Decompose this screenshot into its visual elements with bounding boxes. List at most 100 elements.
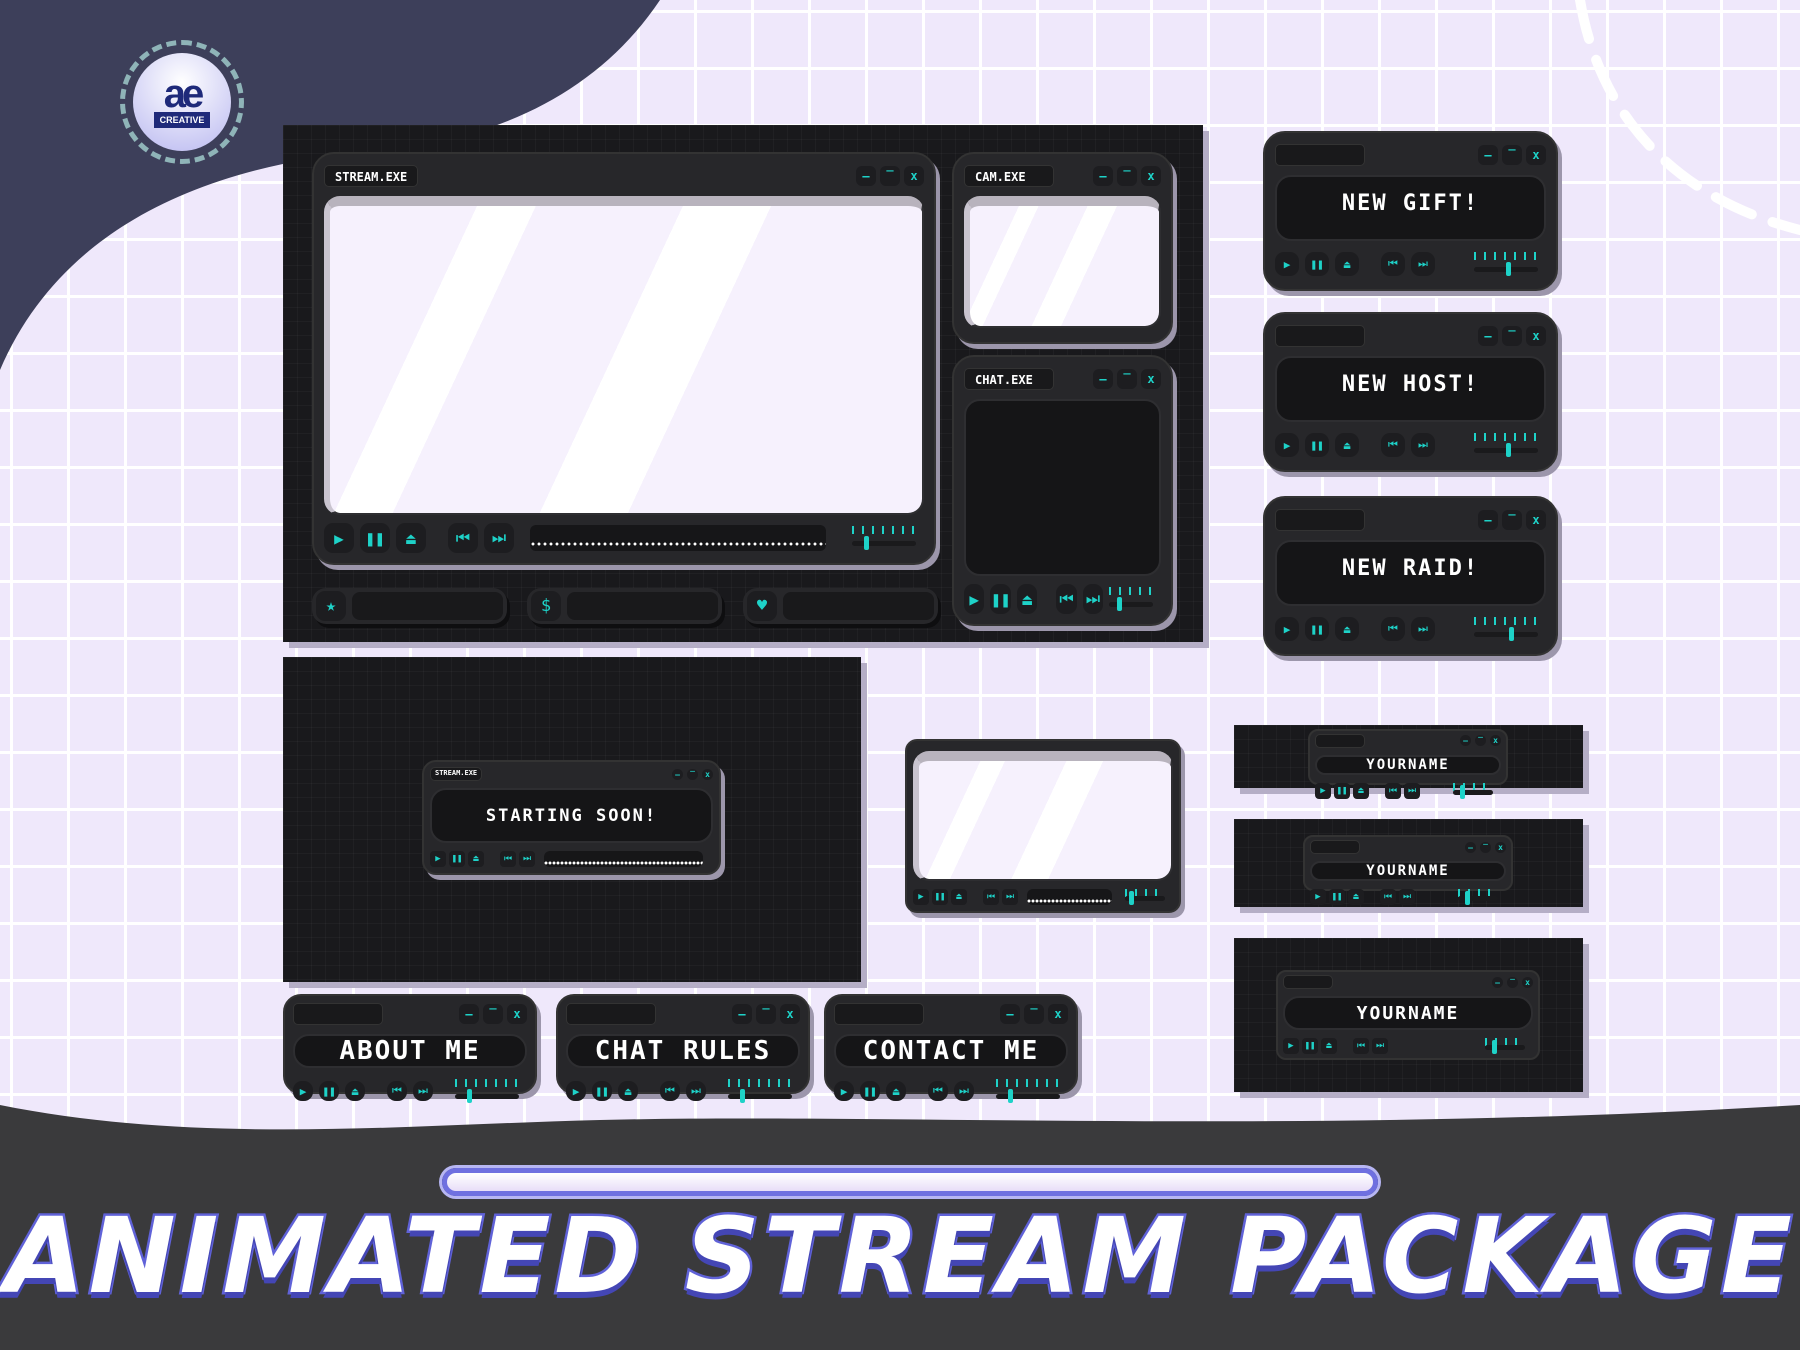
pause-button[interactable]: ❚❚: [990, 584, 1011, 614]
minimize-button[interactable]: –: [1000, 1004, 1020, 1024]
previous-button[interactable]: ⏮: [1353, 1038, 1369, 1054]
eject-button[interactable]: ⏏: [886, 1081, 906, 1101]
minimize-button[interactable]: –: [1492, 976, 1503, 988]
pause-button[interactable]: ❚❚: [319, 1081, 339, 1101]
volume-thumb[interactable]: [1505, 443, 1511, 457]
next-button[interactable]: ⏭: [413, 1081, 433, 1101]
next-button[interactable]: ⏭: [1411, 617, 1435, 641]
minimize-button[interactable]: –: [672, 768, 683, 780]
close-button[interactable]: x: [904, 166, 924, 186]
volume-slider[interactable]: [852, 526, 916, 550]
previous-button[interactable]: ⏮: [1056, 584, 1077, 614]
volume-slider[interactable]: [1474, 252, 1538, 276]
eject-button[interactable]: ⏏: [1321, 1038, 1337, 1054]
volume-slider[interactable]: [1485, 1038, 1525, 1054]
volume-slider[interactable]: [455, 1079, 519, 1103]
play-button[interactable]: ▶: [324, 523, 354, 553]
close-button[interactable]: x: [507, 1004, 527, 1024]
play-button[interactable]: ▶: [566, 1081, 586, 1101]
volume-thumb[interactable]: [739, 1089, 745, 1103]
play-button[interactable]: ▶: [1315, 782, 1331, 799]
play-button[interactable]: ▶: [1275, 433, 1299, 457]
volume-thumb[interactable]: [863, 536, 869, 550]
volume-thumb[interactable]: [1492, 1040, 1498, 1054]
next-button[interactable]: ⏭: [519, 851, 535, 867]
next-button[interactable]: ⏭: [1002, 889, 1018, 905]
maximize-button[interactable]: ‾: [1502, 326, 1522, 346]
minimize-button[interactable]: –: [1478, 145, 1498, 165]
volume-slider[interactable]: [1474, 617, 1538, 641]
next-button[interactable]: ⏭: [1372, 1038, 1388, 1054]
maximize-button[interactable]: ‾: [1502, 145, 1522, 165]
pause-button[interactable]: ❚❚: [592, 1081, 612, 1101]
previous-button[interactable]: ⏮: [983, 889, 999, 905]
maximize-button[interactable]: ‾: [1507, 976, 1518, 988]
close-button[interactable]: x: [1526, 510, 1546, 530]
previous-button[interactable]: ⏮: [1381, 617, 1405, 641]
pause-button[interactable]: ❚❚: [1305, 617, 1329, 641]
next-button[interactable]: ⏭: [1411, 252, 1435, 276]
previous-button[interactable]: ⏮: [1380, 889, 1396, 905]
previous-button[interactable]: ⏮: [1381, 433, 1405, 457]
eject-button[interactable]: ⏏: [1353, 782, 1369, 799]
minimize-button[interactable]: –: [732, 1004, 752, 1024]
previous-button[interactable]: ⏮: [1381, 252, 1405, 276]
eject-button[interactable]: ⏏: [1335, 617, 1359, 641]
close-button[interactable]: x: [1522, 976, 1533, 988]
minimize-button[interactable]: –: [1093, 369, 1113, 389]
play-button[interactable]: ▶: [913, 889, 929, 905]
close-button[interactable]: x: [1495, 841, 1506, 853]
pause-button[interactable]: ❚❚: [860, 1081, 880, 1101]
minimize-button[interactable]: –: [1460, 735, 1471, 746]
info-bar-field[interactable]: [352, 592, 503, 620]
eject-button[interactable]: ⏏: [1335, 433, 1359, 457]
eject-button[interactable]: ⏏: [468, 851, 484, 867]
pause-button[interactable]: ❚❚: [1305, 252, 1329, 276]
eject-button[interactable]: ⏏: [396, 523, 426, 553]
volume-slider[interactable]: [1125, 889, 1165, 905]
pause-button[interactable]: ❚❚: [360, 523, 390, 553]
volume-thumb[interactable]: [1508, 627, 1514, 641]
info-bar-field[interactable]: [783, 592, 934, 620]
play-button[interactable]: ▶: [1310, 889, 1326, 905]
previous-button[interactable]: ⏮: [928, 1081, 948, 1101]
eject-button[interactable]: ⏏: [345, 1081, 365, 1101]
maximize-button[interactable]: ‾: [756, 1004, 776, 1024]
volume-slider[interactable]: [1458, 889, 1498, 905]
eject-button[interactable]: ⏏: [1348, 889, 1364, 905]
previous-button[interactable]: ⏮: [1385, 782, 1401, 799]
volume-thumb[interactable]: [1505, 262, 1511, 276]
pause-button[interactable]: ❚❚: [1329, 889, 1345, 905]
volume-thumb[interactable]: [1007, 1089, 1013, 1103]
previous-button[interactable]: ⏮: [387, 1081, 407, 1101]
next-button[interactable]: ⏭: [1082, 584, 1104, 614]
maximize-button[interactable]: ‾: [1475, 735, 1486, 746]
volume-thumb[interactable]: [1128, 891, 1134, 905]
close-button[interactable]: x: [1141, 166, 1161, 186]
minimize-button[interactable]: –: [1478, 326, 1498, 346]
close-button[interactable]: x: [1048, 1004, 1068, 1024]
minimize-button[interactable]: –: [1093, 166, 1113, 186]
eject-button[interactable]: ⏏: [1016, 584, 1038, 614]
next-button[interactable]: ⏭: [484, 523, 514, 553]
previous-button[interactable]: ⏮: [660, 1081, 680, 1101]
next-button[interactable]: ⏭: [1411, 433, 1435, 457]
minimize-button[interactable]: –: [459, 1004, 479, 1024]
volume-slider[interactable]: [996, 1079, 1060, 1103]
volume-slider[interactable]: [1109, 587, 1153, 611]
maximize-button[interactable]: ‾: [880, 166, 900, 186]
volume-thumb[interactable]: [466, 1089, 472, 1103]
volume-thumb[interactable]: [1465, 891, 1471, 905]
minimize-button[interactable]: –: [1465, 841, 1476, 853]
info-bar-field[interactable]: [567, 592, 718, 620]
next-button[interactable]: ⏭: [954, 1081, 974, 1101]
minimize-button[interactable]: –: [856, 166, 876, 186]
play-button[interactable]: ▶: [293, 1081, 313, 1101]
pause-button[interactable]: ❚❚: [932, 889, 948, 905]
pause-button[interactable]: ❚❚: [1302, 1038, 1318, 1054]
maximize-button[interactable]: ‾: [1480, 841, 1491, 853]
maximize-button[interactable]: ‾: [483, 1004, 503, 1024]
volume-thumb[interactable]: [1117, 597, 1123, 611]
close-button[interactable]: x: [702, 768, 713, 780]
next-button[interactable]: ⏭: [1404, 782, 1420, 799]
